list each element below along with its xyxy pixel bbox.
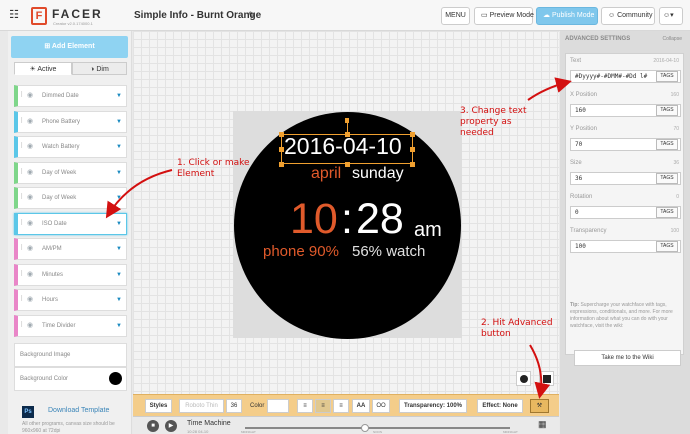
annotation-step-3-line-3: needed xyxy=(460,128,494,138)
arrow-to-text-property xyxy=(527,77,572,101)
arrow-to-layer xyxy=(105,169,173,219)
annotation-step-2-line-1: 2. Hit Advanced xyxy=(481,318,553,328)
annotation-arrows xyxy=(105,77,572,399)
annotation-step-3-line-2: property as xyxy=(460,117,512,127)
annotation-step-3: 3. Change text property as needed xyxy=(460,106,527,139)
annotation-step-1-line-2: Element xyxy=(177,169,215,179)
annotation-step-1: 1. Click or make Element xyxy=(177,158,250,180)
annotation-step-2-line-2: button xyxy=(481,329,511,339)
annotation-step-1-line-1: 1. Click or make xyxy=(177,158,250,168)
arrow-to-advanced-button xyxy=(529,344,551,399)
annotation-step-2: 2. Hit Advanced button xyxy=(481,318,553,340)
annotation-step-3-line-1: 3. Change text xyxy=(460,106,527,116)
